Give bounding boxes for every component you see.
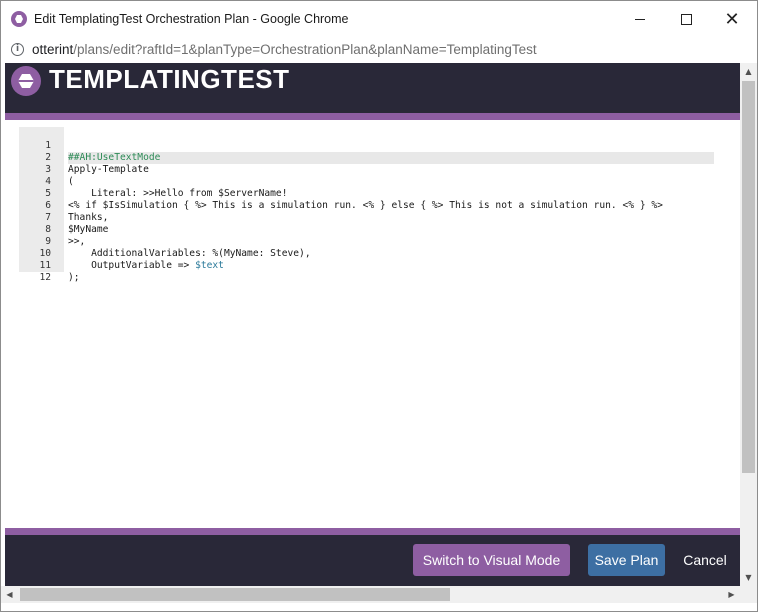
code-line-9[interactable]: 9 AdditionalVariables: %(MyName: Steve), bbox=[19, 224, 716, 259]
minimize-button[interactable] bbox=[617, 1, 663, 37]
title-bar: Edit TemplatingTest Orchestration Plan -… bbox=[1, 1, 757, 37]
code-line-11[interactable]: 11 ); bbox=[19, 248, 716, 283]
switch-to-visual-mode-button[interactable]: Switch to Visual Mode bbox=[413, 544, 570, 576]
vertical-scroll-thumb[interactable] bbox=[742, 81, 755, 473]
url-host: otterint bbox=[32, 42, 74, 57]
code-line-1[interactable]: 1 ##AH:UseTextMode bbox=[19, 128, 716, 164]
header-accent-stripe bbox=[5, 113, 740, 120]
code-line-6[interactable]: 6 Thanks, bbox=[19, 188, 716, 223]
scroll-down-arrow-icon[interactable]: ▼ bbox=[740, 569, 757, 586]
horizontal-scrollbar[interactable]: ◀ ▶ bbox=[1, 586, 740, 603]
line-number: 12 bbox=[39, 272, 51, 283]
code-text[interactable]: ); bbox=[68, 272, 714, 284]
page-footer: Switch to Visual Mode Save Plan Cancel bbox=[5, 535, 740, 586]
cancel-button[interactable]: Cancel bbox=[675, 544, 735, 576]
code-line-5[interactable]: 5 <% if $IsSimulation { %> This is a sim… bbox=[19, 176, 716, 211]
maximize-icon bbox=[680, 13, 692, 25]
app-logo-icon bbox=[11, 11, 27, 27]
code-lines[interactable]: 1 ##AH:UseTextMode 2 Apply-Template 3 ( … bbox=[19, 128, 716, 283]
minimize-icon bbox=[635, 18, 645, 20]
code-line-4[interactable]: 4 Literal: >>Hello from $ServerName! bbox=[19, 164, 716, 199]
browser-window: Edit TemplatingTest Orchestration Plan -… bbox=[0, 0, 758, 612]
scroll-right-arrow-icon[interactable]: ▶ bbox=[723, 586, 740, 603]
url-text[interactable]: otterint/plans/edit?raftId=1&planType=Or… bbox=[32, 42, 537, 57]
scrollbar-corner bbox=[740, 586, 757, 603]
save-plan-button[interactable]: Save Plan bbox=[588, 544, 665, 576]
close-icon: ✕ bbox=[724, 8, 740, 30]
page-content: TEMPLATINGTEST 1 ##AH:UseTextMode 2 Appl… bbox=[5, 63, 740, 586]
code-line-12[interactable]: 12 bbox=[19, 260, 716, 283]
code-line-10[interactable]: 10 OutputVariable => $text bbox=[19, 236, 716, 271]
window-title: Edit TemplatingTest Orchestration Plan -… bbox=[34, 12, 349, 26]
page-header: TEMPLATINGTEST bbox=[5, 63, 740, 113]
scroll-left-arrow-icon[interactable]: ◀ bbox=[1, 586, 18, 603]
maximize-button[interactable] bbox=[663, 1, 709, 37]
scroll-up-arrow-icon[interactable]: ▲ bbox=[740, 63, 757, 80]
code-line-8[interactable]: 8 >>, bbox=[19, 212, 716, 247]
brand-logo-icon bbox=[11, 66, 41, 96]
address-bar[interactable]: i otterint/plans/edit?raftId=1&planType=… bbox=[1, 37, 757, 63]
page-title: TEMPLATINGTEST bbox=[49, 64, 290, 94]
close-button[interactable]: ✕ bbox=[709, 1, 755, 37]
horizontal-scroll-thumb[interactable] bbox=[20, 588, 450, 601]
footer-accent-stripe bbox=[5, 528, 740, 535]
code-editor[interactable]: 1 ##AH:UseTextMode 2 Apply-Template 3 ( … bbox=[19, 127, 716, 283]
code-line-3[interactable]: 3 ( bbox=[19, 152, 716, 187]
code-line-7[interactable]: 7 $MyName bbox=[19, 200, 716, 235]
vertical-scrollbar[interactable]: ▲ ▼ bbox=[740, 63, 757, 586]
info-icon[interactable]: i bbox=[11, 43, 24, 56]
code-line-2[interactable]: 2 Apply-Template bbox=[19, 140, 716, 175]
url-path: /plans/edit?raftId=1&planType=Orchestrat… bbox=[73, 42, 537, 57]
